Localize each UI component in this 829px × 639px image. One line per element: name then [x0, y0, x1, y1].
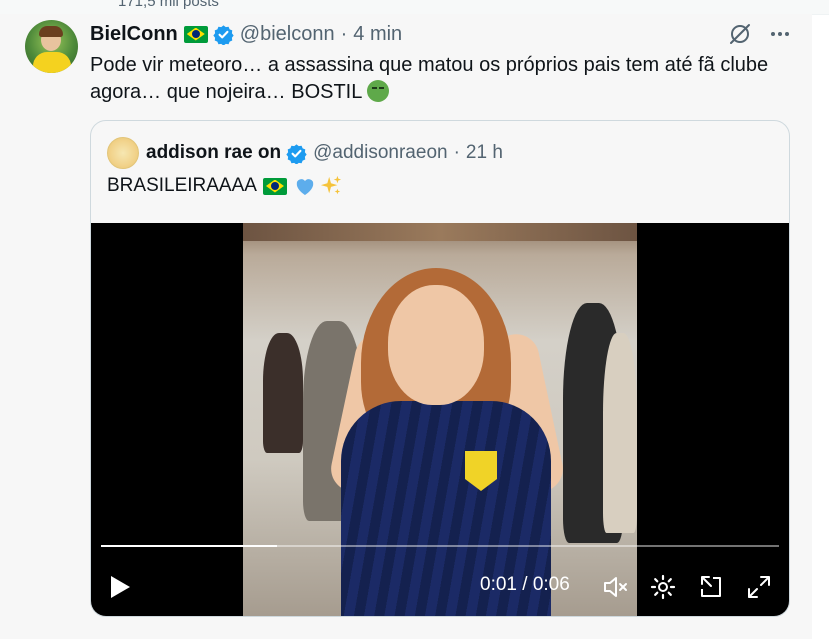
quoted-text: BRASILEIRAAAA: [107, 175, 257, 196]
quoted-author-name[interactable]: addison rae on: [146, 142, 281, 164]
video-current-time: 0:01: [480, 574, 517, 595]
quoted-header: addison rae on @addisonraeon · 21 h: [146, 141, 503, 165]
quoted-text-block: BRASILEIRAAAA: [107, 175, 342, 197]
tweet-top-actions: [728, 22, 792, 46]
author-handle[interactable]: @bielconn: [240, 23, 335, 46]
video-controls: 0:01 / 0:06: [91, 561, 789, 611]
fullscreen-icon[interactable]: [746, 574, 772, 600]
sparkles-icon: [320, 175, 342, 195]
separator-dot: ·: [453, 142, 460, 163]
video-progress-bar[interactable]: [101, 545, 779, 547]
brazil-flag-icon: [262, 177, 287, 195]
quoted-tweet[interactable]: addison rae on @addisonraeon · 21 h BRAS…: [90, 120, 790, 617]
grok-icon[interactable]: [728, 22, 752, 46]
nauseated-face-icon: [367, 80, 390, 102]
verified-badge-icon: [213, 24, 234, 45]
separator-dot: ·: [340, 22, 348, 45]
mute-icon[interactable]: [602, 574, 628, 600]
video-frame[interactable]: [243, 223, 637, 616]
verified-badge-icon: [286, 143, 307, 164]
blue-heart-icon: [296, 179, 314, 196]
posts-count: 171,5 mil posts: [118, 0, 219, 10]
tweet-text-block: Pode vir meteoro… a assassina que matou …: [90, 52, 790, 106]
popout-icon[interactable]: [698, 574, 724, 600]
tweet-header: BielConn @bielconn · 4 min: [90, 22, 402, 46]
more-icon[interactable]: [768, 22, 792, 46]
author-name[interactable]: BielConn: [90, 23, 178, 46]
previous-item-strip: 171,5 mil posts: [0, 0, 829, 15]
quoted-time[interactable]: 21 h: [466, 142, 503, 164]
video-progress-fill: [101, 545, 278, 547]
avatar[interactable]: [25, 20, 78, 73]
video-duration: 0:06: [532, 574, 570, 595]
tweet-time[interactable]: 4 min: [353, 23, 402, 46]
quoted-avatar[interactable]: [107, 137, 139, 169]
video-player[interactable]: 0:01 / 0:06: [91, 223, 789, 616]
video-time: 0:01 / 0:06: [480, 574, 570, 595]
quoted-handle[interactable]: @addisonraeon: [313, 142, 447, 164]
tweet-text: Pode vir meteoro… a assassina que matou …: [90, 54, 769, 103]
play-icon[interactable]: [109, 575, 131, 599]
settings-icon[interactable]: [650, 574, 676, 600]
brazil-flag-icon: [183, 25, 208, 43]
tweet[interactable]: BielConn @bielconn · 4 min Pode vir mete…: [0, 14, 812, 639]
